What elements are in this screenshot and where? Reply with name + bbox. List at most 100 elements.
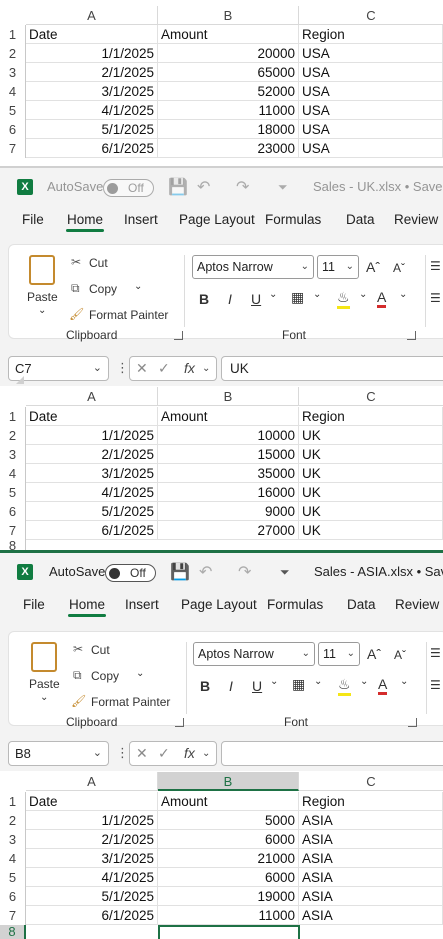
cell[interactable]: Amount [158,25,299,44]
row-header[interactable]: 7 [0,521,26,540]
underline-dropdown-icon[interactable]: ⌄ [270,676,278,687]
tab-insert[interactable]: Insert [125,597,159,612]
cell[interactable]: 6000 [158,830,299,849]
format-painter-icon[interactable]: 🖌 [69,307,84,321]
row-header[interactable]: 6 [0,887,26,906]
cell[interactable]: 52000 [158,82,299,101]
fill-color-dropdown-icon[interactable]: ⌄ [360,676,368,687]
cell[interactable]: 20000 [158,44,299,63]
enter-icon[interactable]: ✓ [158,742,170,765]
cell[interactable]: 4/1/2025 [26,868,158,887]
cell[interactable]: 9000 [158,502,299,521]
column-header-b[interactable]: B [158,772,299,791]
clipboard-launcher-icon[interactable] [175,718,184,727]
row-header[interactable]: 7 [0,139,26,158]
cell[interactable]: UK [299,464,443,483]
cell[interactable]: 5/1/2025 [26,887,158,906]
cell[interactable]: UK [299,445,443,464]
underline-dropdown-icon[interactable]: ⌄ [269,289,277,300]
cell[interactable]: 18000 [158,120,299,139]
cell[interactable]: ASIA [299,811,443,830]
cell[interactable]: 2/1/2025 [26,63,158,82]
font-size-select[interactable]: 11 ⌄ [317,255,359,279]
column-header-a[interactable]: A [26,772,158,791]
column-header-b[interactable]: B [158,387,299,406]
copy-icon[interactable]: ⧉ [73,668,82,683]
bold-button[interactable]: B [200,678,210,694]
cell[interactable]: UK [299,483,443,502]
cell[interactable]: 6000 [158,868,299,887]
copy-dropdown-icon[interactable]: ⌄ [134,281,142,292]
tab-data[interactable]: Data [347,597,376,612]
undo-icon[interactable]: ↶ [199,562,212,582]
cell[interactable]: UK [299,426,443,445]
column-header-a[interactable]: A [26,387,158,406]
autosave-toggle[interactable]: Off [105,564,156,582]
font-launcher-icon[interactable] [407,331,416,340]
cell[interactable]: 27000 [158,521,299,540]
row-header[interactable]: 4 [0,82,26,101]
cell[interactable]: USA [299,44,443,63]
cell[interactable]: USA [299,101,443,120]
row-header[interactable]: 8 [0,925,26,939]
paste-button[interactable]: Paste [27,290,58,304]
cell[interactable]: Amount [158,407,299,426]
increase-font-size-icon[interactable]: Aˆ [366,259,380,275]
tab-review[interactable]: Review [395,597,439,612]
cell[interactable]: USA [299,63,443,82]
cell[interactable]: 6/1/2025 [26,521,158,540]
row-header[interactable]: 6 [0,502,26,521]
formula-input[interactable]: UK [221,356,443,381]
row-header[interactable]: 2 [0,811,26,830]
row-header[interactable]: 4 [0,464,26,483]
undo-icon[interactable]: ↶ [197,177,210,197]
copy-button[interactable]: Copy [91,669,119,683]
cell[interactable]: Date [26,25,158,44]
column-header-c[interactable]: C [299,387,443,406]
cell[interactable]: ASIA [299,868,443,887]
copy-button[interactable]: Copy [89,282,117,296]
formula-input[interactable] [221,741,443,766]
cell[interactable]: 23000 [158,139,299,158]
cell[interactable]: 1/1/2025 [26,811,158,830]
decrease-font-size-icon[interactable]: Aˇ [394,648,406,662]
font-name-select[interactable]: Aptos Narrow ⌄ [192,255,314,279]
redo-icon[interactable]: ↷ [238,562,251,582]
decrease-font-size-icon[interactable]: Aˇ [393,261,405,275]
cell[interactable]: USA [299,82,443,101]
cell[interactable]: ASIA [299,830,443,849]
tab-home[interactable]: Home [65,212,105,232]
row-header[interactable]: 1 [0,407,26,426]
row-header[interactable]: 1 [0,25,26,44]
tab-file[interactable]: File [22,212,44,227]
cut-icon[interactable]: ✂ [71,255,81,269]
row-header[interactable]: 2 [0,44,26,63]
underline-button[interactable]: U [251,291,261,307]
chevron-down-icon[interactable]: ⌄ [202,357,210,380]
italic-button[interactable]: I [229,678,233,694]
insert-function-icon[interactable]: fx [184,742,195,765]
cell[interactable]: Date [26,792,158,811]
tab-page-layout[interactable]: Page Layout [181,597,257,612]
redo-icon[interactable]: ↷ [236,177,249,197]
row-header[interactable]: 5 [0,868,26,887]
row-header[interactable]: 3 [0,830,26,849]
cell[interactable]: ASIA [299,887,443,906]
cell[interactable]: 3/1/2025 [26,464,158,483]
tab-formulas[interactable]: Formulas [265,212,321,227]
cell[interactable]: 2/1/2025 [26,445,158,464]
paste-button[interactable]: Paste [29,677,60,691]
align-top-icon[interactable]: ☰ [430,259,441,273]
cut-button[interactable]: Cut [89,256,108,270]
cell[interactable]: 15000 [158,445,299,464]
borders-icon[interactable]: ▦ [291,289,304,306]
align-top-icon[interactable]: ☰ [430,646,441,660]
tab-review[interactable]: Review [394,212,438,227]
cell[interactable]: 5/1/2025 [26,502,158,521]
name-box[interactable]: B8 ⌄ [8,741,109,766]
cell[interactable]: 10000 [158,426,299,445]
align-left-icon[interactable]: ☰ [430,291,441,305]
cell[interactable]: 65000 [158,63,299,82]
copy-dropdown-icon[interactable]: ⌄ [136,668,144,679]
cut-button[interactable]: Cut [91,643,110,657]
